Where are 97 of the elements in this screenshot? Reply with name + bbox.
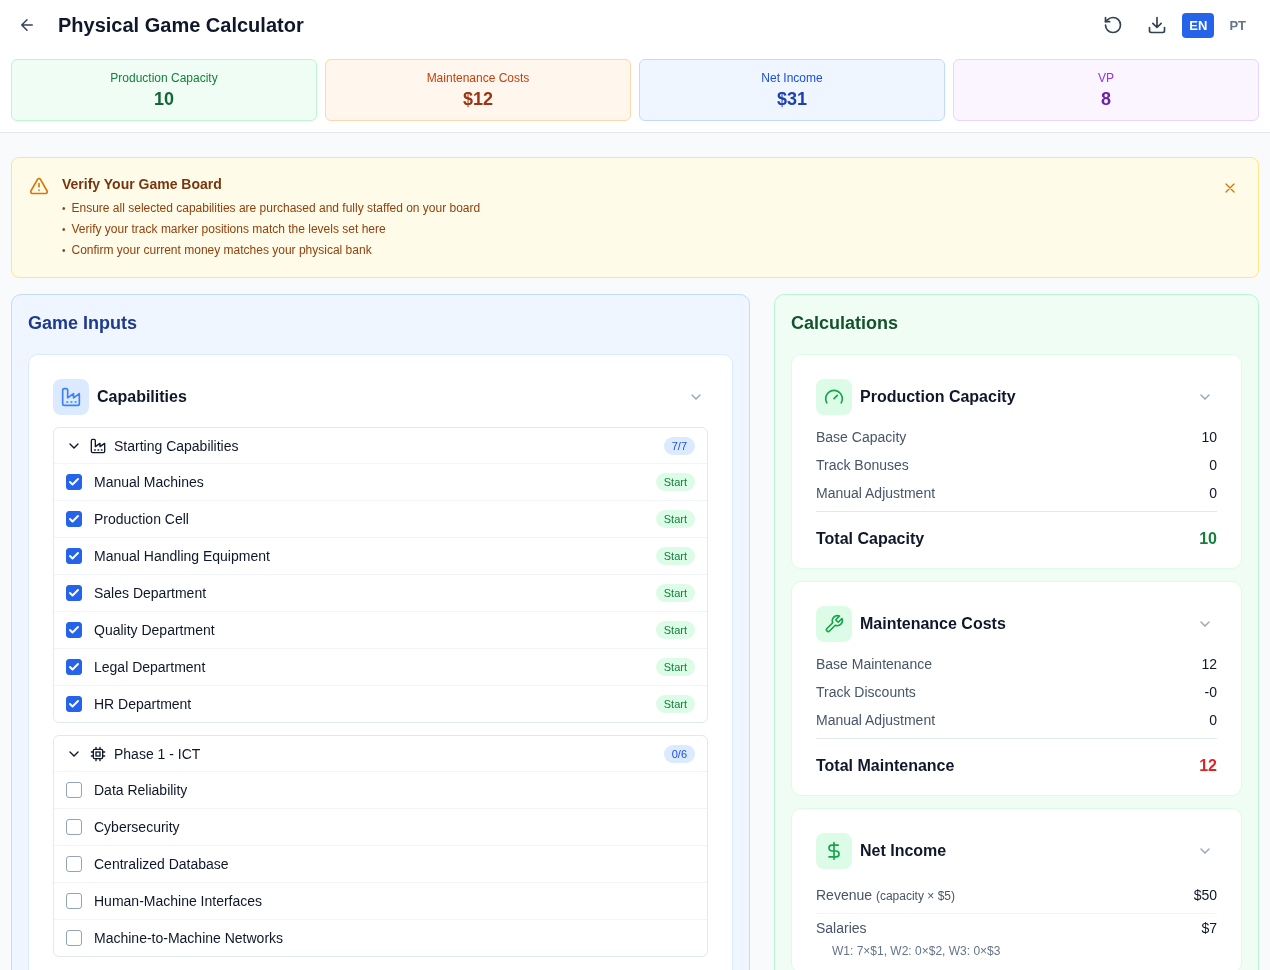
capability-label: HR Department (94, 696, 193, 712)
check-icon (68, 550, 80, 562)
section-title: Production Capacity (860, 388, 1017, 406)
capability-label: Quality Department (94, 622, 216, 638)
group-title[interactable]: Starting Capabilities (114, 437, 656, 454)
capability-label: Human-Machine Interfaces (94, 893, 264, 909)
bullet-mark: • (62, 202, 66, 216)
factory-icon (61, 387, 81, 407)
stat-label: Production Capacity (110, 70, 218, 85)
wrench-icon (824, 614, 844, 634)
total-label: Total Maintenance (816, 757, 955, 776)
count-badge: 0/6 (663, 744, 695, 763)
section-title: Maintenance Costs (860, 615, 1007, 633)
gauge-icon (824, 387, 844, 407)
alert-item: Verify your track marker positions match the levels set here (71, 221, 386, 238)
capability-label: Data Reliability (94, 782, 189, 798)
panel-title: Game Inputs (28, 313, 139, 334)
warning-icon (29, 176, 49, 196)
capability-label: Centralized Database (94, 856, 230, 872)
stat-value: 8 (1101, 88, 1111, 110)
row-value: 0 (1209, 457, 1217, 473)
start-badge: Start (655, 473, 695, 491)
check-icon (68, 698, 80, 710)
start-badge: Start (655, 695, 695, 713)
start-badge: Start (655, 621, 695, 639)
stat-label: Net Income (761, 70, 823, 85)
checkbox[interactable] (66, 930, 82, 946)
check-icon (68, 661, 80, 673)
capability-label: Manual Handling Equipment (94, 548, 271, 564)
start-badge: Start (655, 658, 695, 676)
chip-icon (90, 745, 106, 762)
check-icon (68, 513, 80, 525)
count-badge: 7/7 (663, 436, 695, 455)
checkbox[interactable] (66, 659, 82, 675)
bullet-mark: • (62, 244, 66, 258)
row-label: Base Maintenance (816, 656, 932, 672)
factory-icon (90, 437, 106, 454)
row-note: (capacity × $5) (875, 889, 955, 903)
row-label: Track Discounts (816, 684, 916, 700)
section-title: Net Income (860, 842, 948, 860)
capability-label: Machine-to-Machine Networks (94, 930, 285, 946)
row-label: Salaries (816, 920, 867, 936)
checkbox[interactable] (66, 474, 82, 490)
back-arrow-icon[interactable] (18, 16, 36, 34)
checkbox[interactable] (66, 511, 82, 527)
checkbox[interactable] (66, 548, 82, 564)
check-icon (68, 587, 80, 599)
checkbox[interactable] (66, 782, 82, 798)
language-button[interactable]: EN (1182, 12, 1215, 38)
check-icon (68, 624, 80, 636)
alert-title: Verify Your Game Board (62, 176, 223, 192)
row-label: Manual Adjustment (816, 485, 936, 501)
capability-label: Manual Machines (94, 474, 205, 490)
check-icon (68, 476, 80, 488)
capability-label: Production Cell (94, 511, 190, 527)
alert-item: Ensure all selected capabilities are purchased and fully staffed on your board (71, 200, 481, 217)
checkbox[interactable] (66, 893, 82, 909)
checkbox[interactable] (66, 856, 82, 872)
total-value: 10 (1199, 530, 1217, 549)
stat-label: Maintenance Costs (426, 70, 530, 85)
bullet-mark: • (62, 223, 66, 237)
row-value: 0 (1209, 485, 1217, 501)
panel-title: Calculations (791, 313, 900, 334)
capability-label: Sales Department (94, 585, 208, 601)
stat-label: VP (1098, 70, 1114, 85)
page-title: Physical Game Calculator (58, 13, 305, 37)
row-label: Revenue (capacity × $5) (816, 887, 955, 903)
row-value: -0 (1204, 684, 1217, 700)
checkbox[interactable] (66, 622, 82, 638)
capability-label: Legal Department (94, 659, 207, 675)
salary-detail: W1: 7×$1, W2: 0×$2, W3: 0×$3 (831, 944, 1002, 958)
row-value: 10 (1201, 429, 1217, 445)
row-value: 12 (1201, 656, 1217, 672)
row-label: Base Capacity (816, 429, 907, 445)
total-label: Total Capacity (816, 530, 925, 549)
row-label: Track Bonuses (816, 457, 909, 473)
checkbox[interactable] (66, 696, 82, 712)
total-value: 12 (1199, 757, 1217, 776)
start-badge: Start (655, 547, 695, 565)
group-title[interactable]: Phase 1 - ICT (114, 745, 656, 762)
download-icon (1147, 15, 1168, 35)
stat-value: 10 (154, 88, 174, 110)
row-value: 0 (1209, 712, 1217, 728)
reset-icon (1103, 15, 1124, 35)
row-label: Manual Adjustment (816, 712, 936, 728)
alert-item: Confirm your current money matches your physical bank (71, 242, 372, 259)
capability-label: Cybersecurity (94, 819, 181, 835)
stat-value: $12 (462, 88, 493, 110)
language-button[interactable]: PT (1222, 12, 1253, 38)
checkbox[interactable] (66, 585, 82, 601)
row-value: $7 (1201, 920, 1217, 936)
checkbox[interactable] (66, 819, 82, 835)
stat-value: $31 (776, 88, 807, 110)
start-badge: Start (655, 584, 695, 602)
section-title: Capabilities (97, 388, 188, 406)
start-badge: Start (655, 510, 695, 528)
row-value: $50 (1193, 887, 1217, 903)
